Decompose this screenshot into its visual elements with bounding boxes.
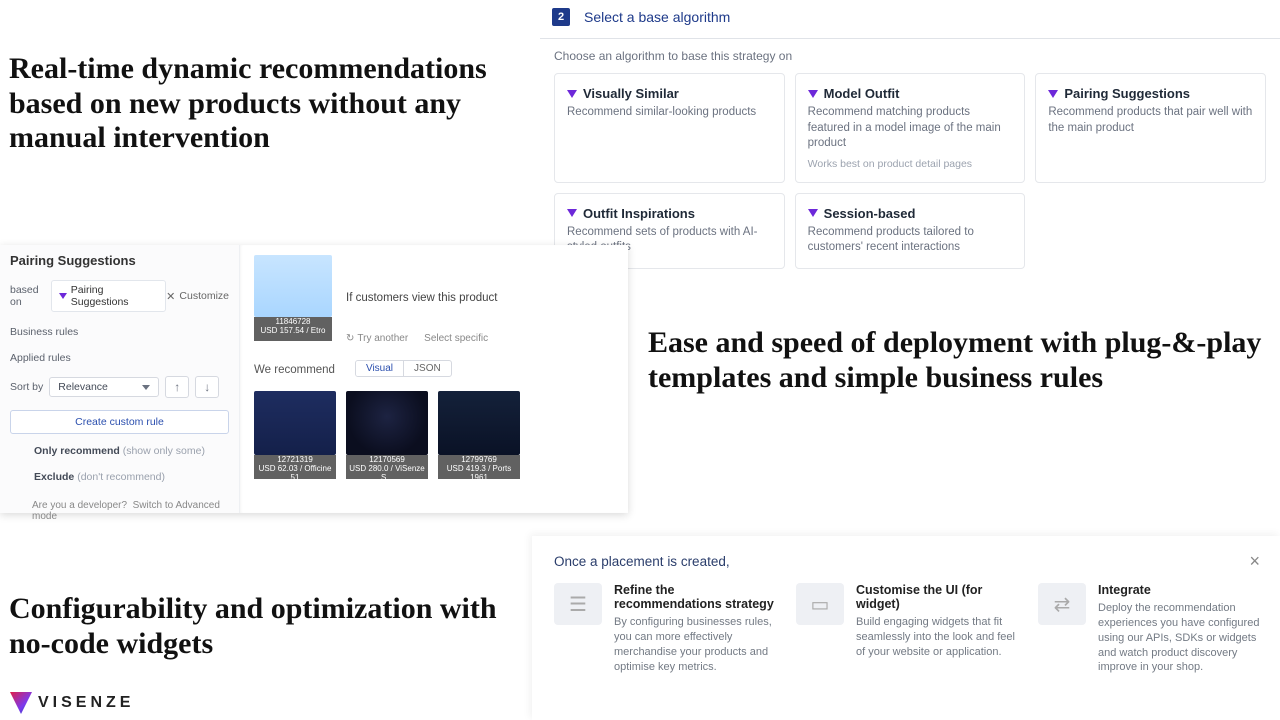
sliders-icon: ☰: [554, 583, 602, 625]
pairing-config-panel: Pairing Suggestions based on Pairing Sug…: [0, 245, 628, 513]
step-number-badge: 2: [552, 8, 570, 26]
based-on-chip[interactable]: Pairing Suggestions: [51, 280, 166, 312]
applied-rules-label: Applied rules: [10, 352, 229, 364]
algo-card-model-outfit[interactable]: Model Outfit Recommend matching products…: [795, 73, 1026, 183]
triangle-icon: [808, 90, 818, 98]
triangle-icon: [808, 209, 818, 217]
info-col-customise: ▭ Customise the UI (for widget)Build eng…: [796, 583, 1018, 675]
product-image: [254, 391, 336, 455]
headline-realtime: Real-time dynamic recommendations based …: [9, 52, 539, 156]
step-title: Select a base algorithm: [584, 9, 730, 25]
developer-row: Are you a developer? Switch to Advanced …: [10, 492, 229, 522]
algo-desc: Recommend matching products featured in …: [808, 105, 1013, 152]
brand-name: VISENZE: [38, 694, 134, 712]
create-custom-rule-button[interactable]: Create custom rule: [10, 410, 229, 434]
rec-product[interactable]: 12721319USD 62.03 / Officine 51: [254, 391, 336, 479]
integrate-icon: ⇄: [1038, 583, 1086, 625]
triangle-icon: [567, 209, 577, 217]
chevron-down-icon: [142, 385, 150, 390]
algo-card-session-based[interactable]: Session-based Recommend products tailore…: [795, 193, 1026, 269]
triangle-icon: [1048, 90, 1058, 98]
placement-info-panel: × Once a placement is created, ☰ Refine …: [532, 536, 1280, 720]
rec-product[interactable]: 12170569USD 280.0 / ViSenze S...: [346, 391, 428, 479]
info-col-integrate: ⇄ IntegrateDeploy the recommendation exp…: [1038, 583, 1260, 675]
algo-desc: Recommend similar-looking products: [567, 105, 772, 121]
algo-desc: Recommend products that pair well with t…: [1048, 105, 1253, 136]
product-image: [254, 255, 332, 317]
algorithm-grid: Visually Similar Recommend similar-looki…: [540, 73, 1280, 269]
config-title: Pairing Suggestions: [10, 253, 229, 268]
based-on-label: based on: [10, 284, 51, 308]
algo-desc: Recommend products tailored to customers…: [808, 225, 1013, 256]
main-product[interactable]: 11846728USD 157.54 / Etro: [254, 255, 332, 341]
algo-card-pairing-suggestions[interactable]: Pairing Suggestions Recommend products t…: [1035, 73, 1266, 183]
product-image: [438, 391, 520, 455]
recommendation-grid: 12721319USD 62.03 / Officine 51 12170569…: [254, 391, 614, 479]
sort-by-label: Sort by: [10, 381, 43, 393]
headline-configurability: Configurability and optimization with no…: [9, 592, 529, 661]
algo-note: Works best on product detail pages: [808, 158, 1013, 170]
try-another-button[interactable]: Try another: [346, 333, 408, 344]
tab-visual[interactable]: Visual: [356, 361, 404, 376]
triangle-icon: [567, 90, 577, 98]
algorithm-panel: 2 Select a base algorithm Choose an algo…: [540, 0, 1280, 269]
step-header: 2 Select a base algorithm: [540, 0, 1280, 39]
info-col-refine: ☰ Refine the recommendations strategyBy …: [554, 583, 776, 675]
rec-product[interactable]: 12799769USD 419.3 / Ports 1961: [438, 391, 520, 479]
only-recommend-row[interactable]: Only recommend (show only some): [10, 440, 229, 460]
view-title: If customers view this product: [346, 292, 497, 304]
exclude-row[interactable]: Exclude (don't recommend): [10, 466, 229, 486]
brand-logo: VISENZE: [10, 692, 134, 714]
sort-asc-button[interactable]: ↑: [165, 376, 189, 398]
config-left-column: Pairing Suggestions based on Pairing Sug…: [0, 245, 240, 513]
close-icon[interactable]: ×: [1249, 552, 1260, 570]
tab-json[interactable]: JSON: [404, 361, 451, 376]
select-specific-button[interactable]: Select specific: [424, 333, 488, 344]
sort-select[interactable]: Relevance: [49, 377, 159, 397]
widget-icon: ▭: [796, 583, 844, 625]
placement-title: Once a placement is created,: [554, 554, 1260, 569]
business-rules-label: Business rules: [10, 326, 229, 338]
triangle-icon: [59, 293, 67, 299]
config-right-column: 11846728USD 157.54 / Etro If customers v…: [240, 245, 628, 513]
customize-button[interactable]: ✕Customize: [166, 290, 229, 303]
sort-desc-button[interactable]: ↓: [195, 376, 219, 398]
logo-mark-icon: [10, 692, 32, 714]
headline-ease: Ease and speed of deployment with plug-&…: [648, 326, 1268, 395]
algo-card-visually-similar[interactable]: Visually Similar Recommend similar-looki…: [554, 73, 785, 183]
algorithm-subtitle: Choose an algorithm to base this strateg…: [540, 39, 1280, 73]
we-recommend-label: We recommend: [254, 364, 335, 376]
product-image: [346, 391, 428, 455]
